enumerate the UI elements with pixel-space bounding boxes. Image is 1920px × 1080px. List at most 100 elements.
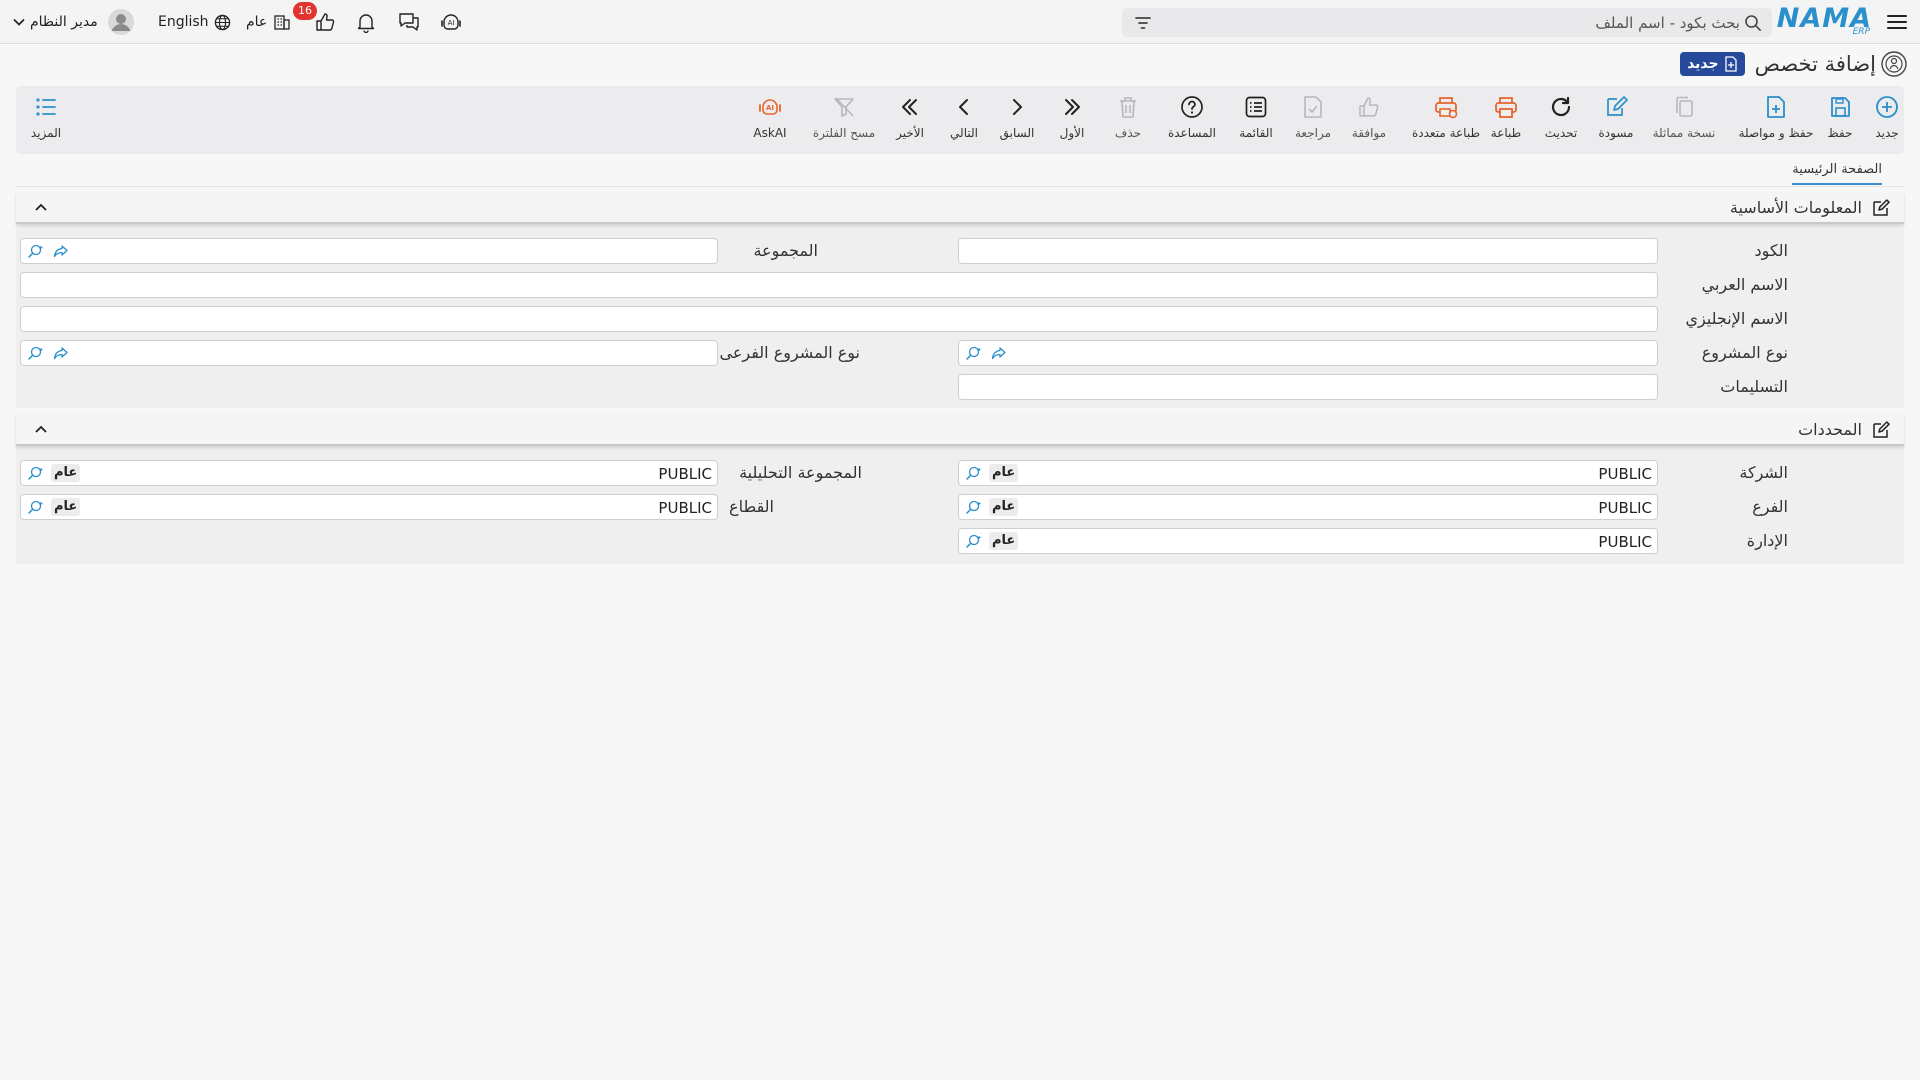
filter-icon[interactable] [1134,15,1152,31]
save-and-continue-button[interactable]: حفظ و مواصلة [1732,94,1820,148]
more-list-icon [10,94,82,120]
action-toolbar: جديد حفظ حفظ و مواصلة نسخة مماثلة مسودة … [16,86,1904,154]
multi-print-button[interactable]: طباعة متعددة [1404,94,1488,148]
department-lookup[interactable]: PUBLIC عام [958,528,1658,554]
lookup-search-icon[interactable] [965,533,981,549]
tab-main[interactable]: الصفحة الرئيسية [1792,162,1882,185]
global-search [1122,8,1772,37]
duplicate-button[interactable]: نسخة مماثلة [1646,94,1722,148]
sector-lookup[interactable]: PUBLIC عام [20,494,718,520]
chevron-up-icon[interactable] [34,424,48,434]
clear-filter-label: مسح الفلترة [812,126,876,140]
multi-print-label: طباعة متعددة [1411,126,1480,140]
double-chevron-left-icon [874,94,946,120]
chevron-up-icon[interactable] [34,202,48,212]
branch-lookup[interactable]: PUBLIC عام [958,494,1658,520]
language-label: English [158,14,209,30]
user-menu[interactable]: مدير النظام [12,0,134,44]
lookup-search-icon[interactable] [27,465,43,481]
askai-button[interactable]: AI AskAI [734,94,806,148]
company-chip: عام [989,464,1019,482]
avatar [107,9,134,35]
approvals-button[interactable] [314,0,336,44]
code-input[interactable] [958,238,1658,264]
list-label: القائمة [1239,126,1273,140]
dimensions-title: المحددات [1798,420,1862,439]
search-input[interactable] [1180,11,1740,34]
chat-icon [397,11,421,33]
last-record-button[interactable]: الأخير [874,94,946,148]
file-plus-icon [1732,94,1820,120]
specialty-icon [1880,50,1908,78]
edit-icon [1872,421,1890,439]
deliverables-input[interactable] [958,374,1658,400]
list-button[interactable]: القائمة [1220,94,1292,148]
analytic-group-lookup[interactable]: PUBLIC عام [20,460,718,486]
search-icon[interactable] [1744,14,1762,32]
branch-switch[interactable]: عام [246,0,291,44]
help-label: المساعدة [1167,126,1217,140]
hamburger-menu-icon[interactable] [1886,11,1908,33]
lookup-search-icon[interactable] [965,345,981,361]
project-type-lookup[interactable] [958,340,1658,366]
last-label: الأخير [896,126,924,140]
english-name-label: الاسم الإنجليزي [1685,309,1788,328]
notifications-button[interactable] [355,0,377,44]
more-label: المزيد [30,126,62,140]
lookup-search-icon[interactable] [965,465,981,481]
group-lookup[interactable] [20,238,718,264]
sub-project-type-label: نوع المشروع الفرعى [719,343,860,362]
sub-project-type-lookup[interactable] [20,340,718,366]
clear-filter-button[interactable]: مسح الفلترة [804,94,884,148]
page-header: إضافة تخصص جديد [1680,49,1908,79]
arabic-name-label: الاسم العربي [1701,275,1788,294]
basic-info-header[interactable]: المعلومات الأساسية [16,192,1904,224]
help-icon [1156,94,1228,120]
save-and-continue-label: حفظ و مواصلة [1738,126,1814,140]
lookup-search-icon[interactable] [27,499,43,515]
analytic-group-label: المجموعة التحليلية [739,463,862,482]
copy-icon [1646,94,1722,120]
chevron-down-icon [13,18,25,26]
more-button[interactable]: المزيد [10,94,82,148]
app-logo[interactable]: NAMA ERP [1777,5,1872,38]
department-value: PUBLIC [1598,533,1652,551]
branch-label: الفرع [1752,497,1788,516]
edit-icon [1872,199,1890,217]
messages-button[interactable] [397,0,421,44]
ai-brain-icon: AI [439,11,463,33]
thumbs-up-icon [314,11,336,33]
share-arrow-icon[interactable] [991,346,1007,360]
duplicate-label: نسخة مماثلة [1652,126,1716,140]
page-title: إضافة تخصص [1754,52,1876,76]
ai-assistant-button[interactable]: AI [439,0,463,44]
company-lookup[interactable]: PUBLIC عام [958,460,1658,486]
askai-icon: AI [734,94,806,120]
clear-filter-icon [804,94,884,120]
share-arrow-icon[interactable] [53,244,69,258]
arabic-name-input[interactable] [20,272,1658,298]
department-chip: عام [989,532,1019,550]
svg-text:AI: AI [766,104,774,112]
language-switch[interactable]: English [158,0,231,44]
basic-info-title: المعلومات الأساسية [1729,198,1862,217]
globe-icon [214,14,231,31]
building-icon [273,13,291,31]
tab-divider [16,186,1904,187]
sector-value: PUBLIC [658,499,712,517]
new-file-icon [1724,56,1737,72]
basic-info-section: المعلومات الأساسية الكود المجموعة الاسم … [16,192,1904,408]
askai-label: AskAI [753,126,787,140]
analytic-group-value: PUBLIC [658,465,712,483]
company-label: الشركة [1739,463,1788,482]
lookup-search-icon[interactable] [965,499,981,515]
share-arrow-icon[interactable] [53,346,69,360]
lookup-search-icon[interactable] [27,345,43,361]
top-bar: NAMA ERP مدير النظام English عام [0,0,1920,44]
help-button[interactable]: المساعدة [1156,94,1228,148]
dimensions-header[interactable]: المحددات [16,414,1904,446]
deliverables-label: التسليمات [1720,377,1788,396]
english-name-input[interactable] [20,306,1658,332]
branch-label: عام [246,14,268,30]
lookup-search-icon[interactable] [27,243,43,259]
